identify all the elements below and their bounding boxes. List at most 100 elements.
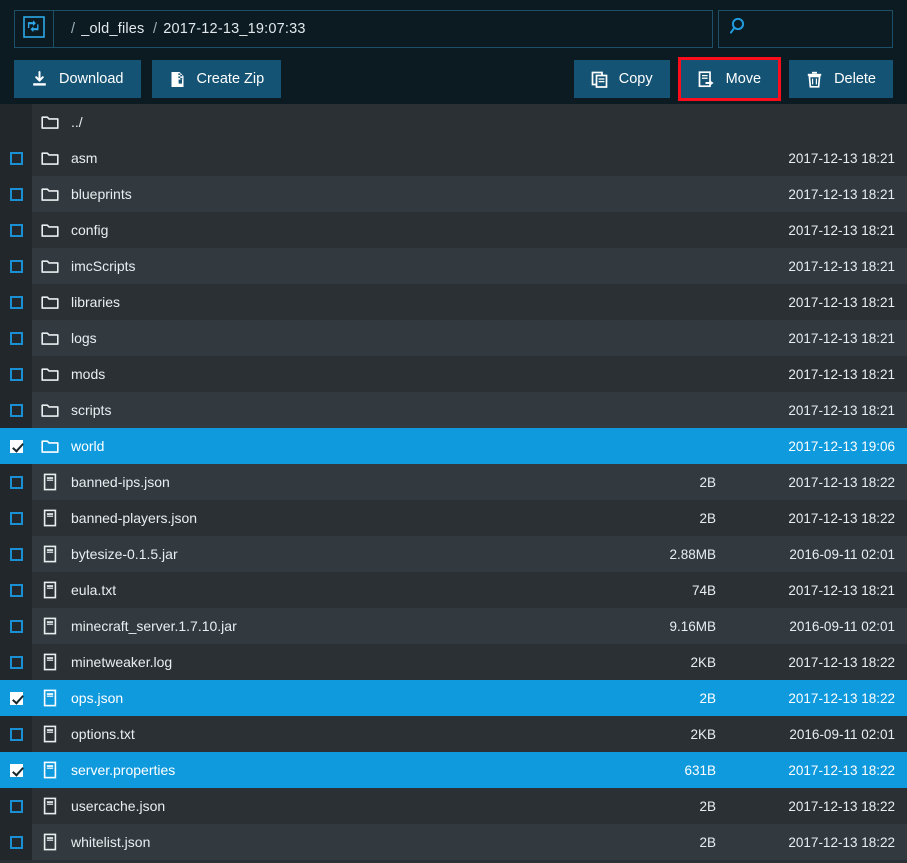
file-date: 2017-12-13 18:21 [788,294,895,310]
file-name[interactable]: banned-ips.json [66,474,592,490]
table-row[interactable]: logs 2017-12-13 18:21 [0,320,907,356]
app-logo[interactable] [14,10,54,48]
row-checkbox[interactable] [9,763,23,777]
folder-icon [32,113,66,131]
checkbox-cell[interactable] [0,320,32,356]
parent-directory-row[interactable]: ../ [0,104,907,140]
file-name[interactable]: world [66,438,592,454]
file-name[interactable]: eula.txt [66,582,592,598]
checkbox-cell[interactable] [0,500,32,536]
row-checkbox[interactable] [9,187,23,201]
folder-icon [32,329,66,347]
row-checkbox[interactable] [9,547,23,561]
table-row[interactable]: asm 2017-12-13 18:21 [0,140,907,176]
checkbox-cell[interactable] [0,464,32,500]
checkbox-cell[interactable] [0,140,32,176]
table-row[interactable]: scripts 2017-12-13 18:21 [0,392,907,428]
checkbox-cell[interactable] [0,536,32,572]
file-name[interactable]: scripts [66,402,592,418]
table-row[interactable]: ops.json 2B 2017-12-13 18:22 [0,680,907,716]
row-checkbox[interactable] [9,403,23,417]
checkbox-cell[interactable] [0,716,32,752]
table-row[interactable]: server.properties 631B 2017-12-13 18:22 [0,752,907,788]
breadcrumb-separator-1: / [71,21,76,37]
table-row[interactable]: world 2017-12-13 19:06 [0,428,907,464]
row-checkbox[interactable] [9,727,23,741]
file-name[interactable]: ops.json [66,690,592,706]
checkbox-cell[interactable] [0,392,32,428]
download-button[interactable]: Download [14,60,141,98]
file-name[interactable]: options.txt [66,726,592,742]
table-row[interactable]: whitelist.json 2B 2017-12-13 18:22 [0,824,907,860]
file-name[interactable]: minetweaker.log [66,654,592,670]
row-checkbox[interactable] [9,691,23,705]
checkbox-cell[interactable] [0,644,32,680]
row-checkbox[interactable] [9,583,23,597]
checkbox-cell[interactable] [0,608,32,644]
file-name[interactable]: usercache.json [66,798,592,814]
file-name[interactable]: minecraft_server.1.7.10.jar [66,618,592,634]
checkbox-cell[interactable] [0,752,32,788]
table-row[interactable]: libraries 2017-12-13 18:21 [0,284,907,320]
row-checkbox[interactable] [9,475,23,489]
checkbox-cell[interactable] [0,824,32,860]
checkbox-cell[interactable] [0,680,32,716]
copy-button-label: Copy [618,71,653,87]
breadcrumb-segment-timestamp[interactable]: 2017-12-13_19:07:33 [163,21,305,37]
row-checkbox[interactable] [9,835,23,849]
table-row[interactable]: usercache.json 2B 2017-12-13 18:22 [0,788,907,824]
table-row[interactable]: eula.txt 74B 2017-12-13 18:21 [0,572,907,608]
table-row[interactable]: bytesize-0.1.5.jar 2.88MB 2016-09-11 02:01 [0,536,907,572]
row-checkbox[interactable] [9,655,23,669]
table-row[interactable]: mods 2017-12-13 18:21 [0,356,907,392]
breadcrumb-container[interactable]: / _old_files / 2017-12-13_19:07:33 [54,10,713,48]
file-name[interactable]: imcScripts [66,258,592,274]
search-container[interactable] [718,10,893,48]
row-checkbox[interactable] [9,259,23,273]
table-row[interactable]: blueprints 2017-12-13 18:21 [0,176,907,212]
move-button[interactable]: Move [680,60,779,98]
checkbox-cell[interactable] [0,176,32,212]
breadcrumb-segment-old-files[interactable]: _old_files [81,21,144,37]
row-checkbox[interactable] [9,799,23,813]
file-name[interactable]: libraries [66,294,592,310]
table-row[interactable]: banned-ips.json 2B 2017-12-13 18:22 [0,464,907,500]
file-name[interactable]: banned-players.json [66,510,592,526]
checkbox-cell[interactable] [0,356,32,392]
table-row[interactable]: minecraft_server.1.7.10.jar 9.16MB 2016-09… [0,608,907,644]
row-checkbox[interactable] [9,295,23,309]
checkbox-cell[interactable] [0,788,32,824]
parent-directory-name[interactable]: ../ [66,114,592,130]
table-row[interactable]: options.txt 2KB 2016-09-11 02:01 [0,716,907,752]
row-checkbox[interactable] [9,619,23,633]
checkbox-cell[interactable] [0,428,32,464]
checkbox-cell[interactable] [0,248,32,284]
row-checkbox[interactable] [9,223,23,237]
file-name[interactable]: whitelist.json [66,834,592,850]
create-zip-button[interactable]: Create Zip [151,60,282,98]
row-checkbox[interactable] [9,331,23,345]
table-row[interactable]: minetweaker.log 2KB 2017-12-13 18:22 [0,644,907,680]
checkbox-cell[interactable] [0,572,32,608]
row-checkbox[interactable] [9,439,23,453]
row-checkbox[interactable] [9,151,23,165]
file-name[interactable]: logs [66,330,592,346]
delete-button[interactable]: Delete [789,60,893,98]
checkbox-cell[interactable] [0,212,32,248]
file-name[interactable]: bytesize-0.1.5.jar [66,546,592,562]
file-name[interactable]: mods [66,366,592,382]
delete-button-label: Delete [834,71,876,87]
checkbox-cell[interactable] [0,284,32,320]
file-name[interactable]: blueprints [66,186,592,202]
table-row[interactable]: imcScripts 2017-12-13 18:21 [0,248,907,284]
search-input[interactable] [749,21,892,37]
file-name[interactable]: server.properties [66,762,592,778]
row-checkbox[interactable] [9,511,23,525]
file-name[interactable]: asm [66,150,592,166]
download-button-label: Download [59,71,124,87]
table-row[interactable]: config 2017-12-13 18:21 [0,212,907,248]
copy-button[interactable]: Copy [573,60,670,98]
table-row[interactable]: banned-players.json 2B 2017-12-13 18:22 [0,500,907,536]
file-name[interactable]: config [66,222,592,238]
row-checkbox[interactable] [9,367,23,381]
